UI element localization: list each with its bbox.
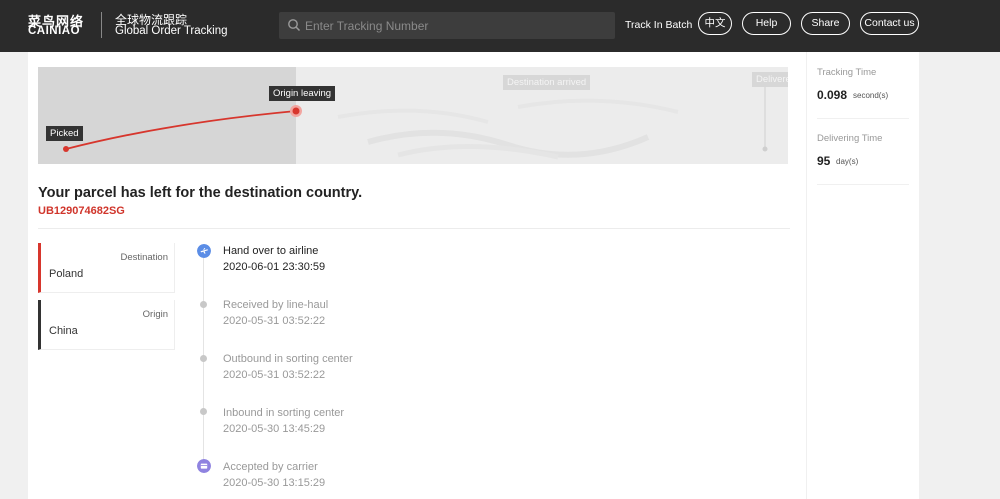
- origin-country: China: [49, 325, 78, 337]
- event-time: 2020-05-30 13:15:29: [223, 477, 326, 489]
- event-time: 2020-05-31 03:52:22: [223, 369, 326, 381]
- share-button[interactable]: Share: [801, 12, 850, 35]
- tracking-number: UB129074682SG: [38, 205, 125, 217]
- search-icon[interactable]: [287, 18, 301, 32]
- site-subtitle-english: Global Order Tracking: [115, 25, 228, 37]
- package-icon: [197, 459, 211, 473]
- picked-marker: [63, 146, 69, 152]
- tracking-time-value: 0.098: [817, 88, 848, 102]
- event-title: Accepted by carrier: [223, 461, 318, 473]
- event-time: 2020-05-31 03:52:22: [223, 315, 326, 327]
- airplane-icon: [197, 244, 211, 258]
- destination-label: Destination: [120, 252, 168, 263]
- map-terrain-texture: [337, 98, 679, 160]
- section-divider: [38, 228, 790, 229]
- map-tag-destination-arrived: Destination arrived: [503, 75, 591, 90]
- stats-divider: [817, 184, 909, 185]
- help-button[interactable]: Help: [742, 12, 791, 35]
- tracking-number-input[interactable]: [305, 15, 605, 36]
- timeline-line: [203, 258, 204, 470]
- delivering-time-value: 95: [817, 154, 831, 168]
- origin-card: Origin China: [38, 300, 175, 350]
- timeline-dot: [200, 301, 207, 308]
- stats-panel: [807, 52, 919, 499]
- stats-divider: [817, 118, 909, 119]
- destination-card: Destination Poland: [38, 243, 175, 293]
- tracking-time-label: Tracking Time: [817, 67, 877, 78]
- route-line: [65, 110, 297, 150]
- event-title: Inbound in sorting center: [223, 407, 345, 419]
- route-map-graphic: [63, 87, 768, 160]
- origin-marker: [292, 107, 300, 115]
- top-header: 菜鸟网络 CAINIAO 全球物流跟踪 Global Order Trackin…: [0, 0, 1000, 52]
- logo-english[interactable]: CAINIAO: [28, 25, 80, 37]
- map-tag-picked: Picked: [46, 126, 83, 141]
- destination-country: Poland: [49, 268, 84, 280]
- logo-divider: [101, 12, 102, 38]
- event-time: 2020-06-01 23:30:59: [223, 261, 326, 273]
- event-time: 2020-05-30 13:45:29: [223, 423, 326, 435]
- event-title: Received by line-haul: [223, 299, 329, 311]
- track-in-batch-link[interactable]: Track In Batch: [625, 19, 692, 31]
- route-map: Picked Origin leaving Destination arrive…: [38, 67, 788, 164]
- delivering-time-unit: day(s): [836, 157, 859, 166]
- timeline-dot: [200, 355, 207, 362]
- event-title: Hand over to airline: [223, 245, 319, 257]
- delivering-time-label: Delivering Time: [817, 133, 883, 144]
- origin-label: Origin: [142, 309, 168, 320]
- search-box[interactable]: [279, 12, 615, 39]
- delivered-marker: [762, 146, 768, 152]
- timeline-dot: [200, 408, 207, 415]
- tracking-time-unit: second(s): [853, 91, 889, 100]
- language-button[interactable]: 中文: [698, 12, 732, 35]
- event-title: Outbound in sorting center: [223, 353, 353, 365]
- status-headline: Your parcel has left for the destination…: [38, 185, 363, 201]
- map-tag-delivered: Delivere: [752, 72, 788, 87]
- map-tag-origin-leaving: Origin leaving: [269, 86, 336, 101]
- contact-us-button[interactable]: Contact us: [860, 12, 919, 35]
